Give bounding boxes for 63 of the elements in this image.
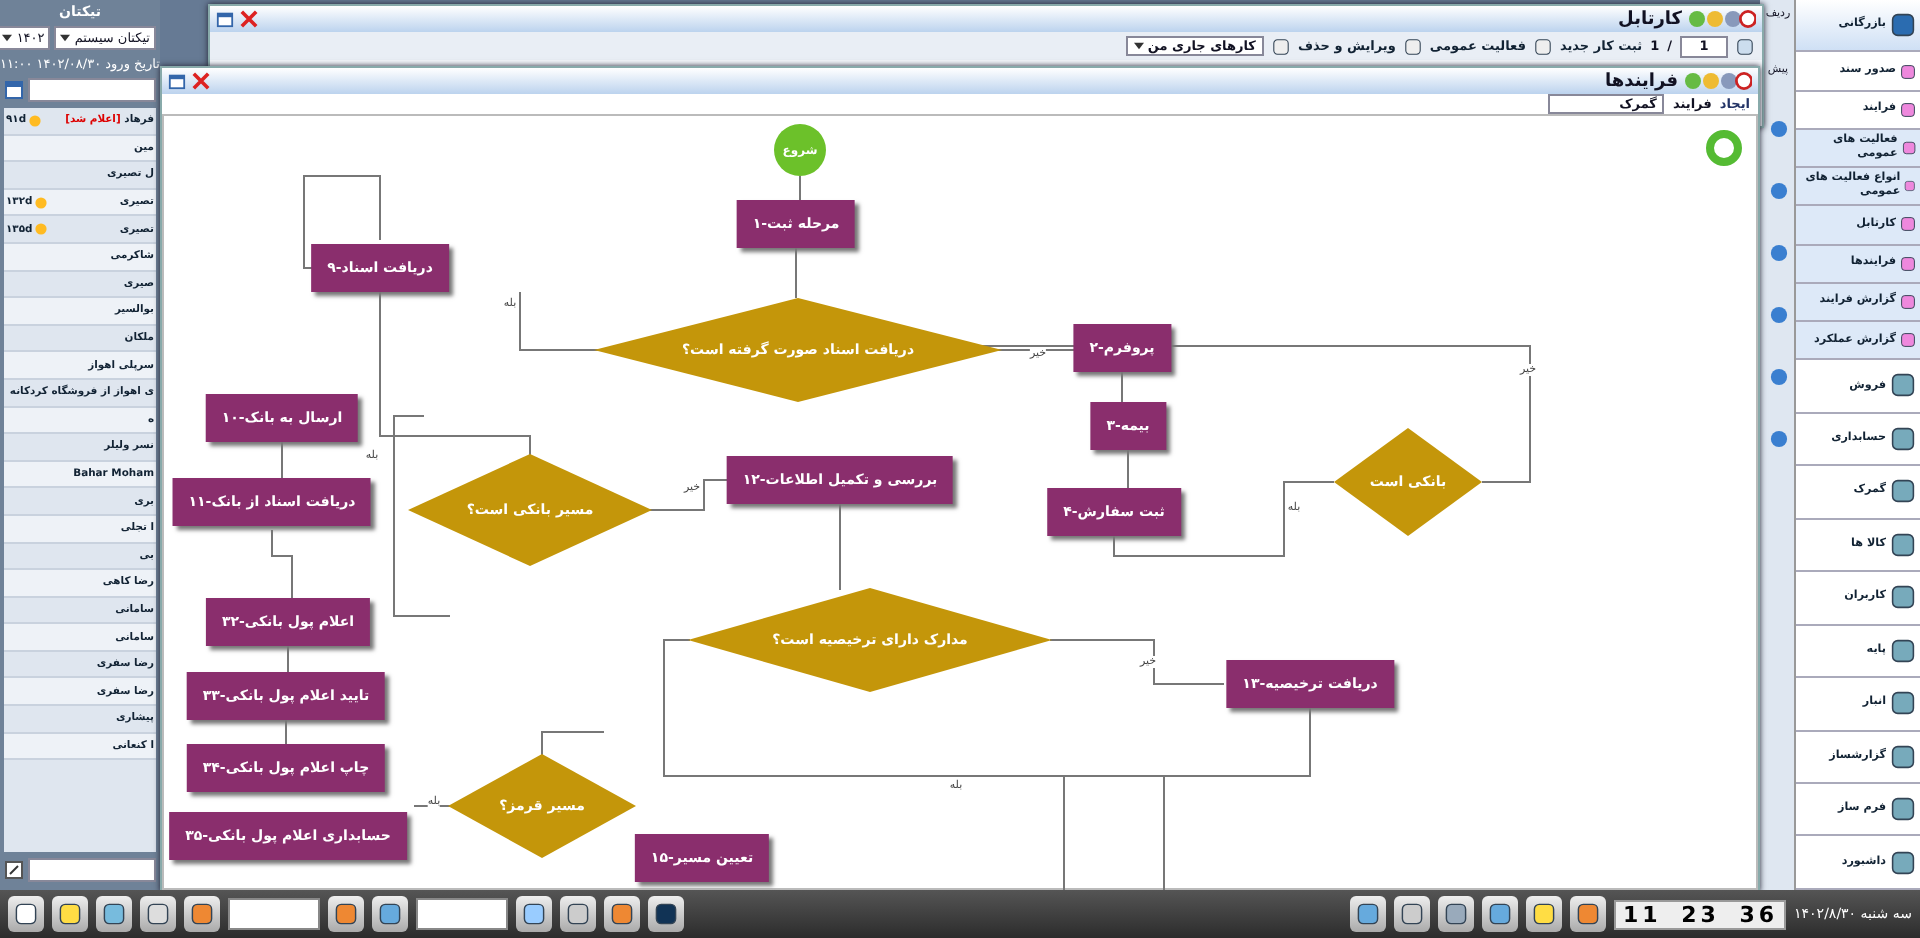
window-icon[interactable] bbox=[216, 10, 234, 28]
module-icon bbox=[1890, 478, 1916, 505]
search-field[interactable] bbox=[28, 78, 156, 102]
module-icon bbox=[1890, 372, 1916, 399]
caret-icon bbox=[2, 34, 13, 42]
app-icon bbox=[566, 902, 590, 926]
app-icon bbox=[146, 902, 170, 926]
module-icon bbox=[1890, 690, 1916, 717]
clock-time: 11 23 36 bbox=[1614, 899, 1787, 929]
app-icon bbox=[190, 902, 214, 926]
module-icon bbox=[1890, 743, 1916, 770]
app-icon bbox=[378, 902, 402, 926]
taskbar-field[interactable] bbox=[228, 898, 320, 930]
app-icon bbox=[14, 902, 38, 926]
module-icon bbox=[1890, 849, 1916, 876]
toolbar-icon bbox=[1533, 37, 1552, 55]
module-icon bbox=[1901, 139, 1916, 156]
module-icon bbox=[1900, 255, 1916, 272]
app-icon bbox=[334, 902, 358, 926]
edit-icon[interactable] bbox=[4, 860, 24, 880]
module-icon bbox=[1904, 178, 1916, 195]
close-icon[interactable] bbox=[240, 10, 258, 28]
window-controls-icon[interactable] bbox=[1684, 72, 1752, 90]
input-field[interactable] bbox=[28, 858, 156, 882]
app-icon bbox=[1488, 902, 1513, 926]
caret-icon bbox=[60, 34, 71, 42]
taskbar-field[interactable] bbox=[416, 898, 508, 930]
module-icon bbox=[1900, 63, 1916, 80]
app-icon bbox=[1356, 902, 1381, 926]
module-icon bbox=[1900, 216, 1916, 233]
app-icon bbox=[1576, 902, 1601, 926]
toolbar-icon bbox=[1271, 37, 1290, 55]
info-icon[interactable] bbox=[1769, 120, 1787, 138]
caret-icon bbox=[1133, 42, 1144, 50]
module-icon bbox=[1890, 584, 1916, 611]
window-icon[interactable] bbox=[168, 72, 186, 90]
info-icon[interactable] bbox=[1769, 306, 1787, 324]
window-controls-icon[interactable] bbox=[1688, 10, 1756, 28]
app-icon bbox=[522, 902, 546, 926]
calendar-icon[interactable] bbox=[4, 80, 24, 100]
app-icon bbox=[1400, 902, 1425, 926]
app-icon bbox=[58, 902, 82, 926]
window-title: کارتابل bbox=[1618, 9, 1682, 29]
window-title: فرایندها bbox=[1605, 71, 1678, 91]
module-icon bbox=[1890, 796, 1916, 823]
info-icon[interactable] bbox=[1769, 182, 1787, 200]
info-icon[interactable] bbox=[1769, 368, 1787, 386]
toolbar-icon bbox=[1403, 37, 1422, 55]
sun-icon bbox=[28, 113, 43, 128]
info-icon[interactable] bbox=[1769, 430, 1787, 448]
module-icon bbox=[1900, 101, 1916, 118]
close-icon[interactable] bbox=[192, 72, 210, 90]
app-icon bbox=[654, 902, 678, 926]
app-icon bbox=[1532, 902, 1557, 926]
app-icon bbox=[1444, 902, 1469, 926]
module-icon bbox=[1900, 332, 1916, 348]
info-icon[interactable] bbox=[1769, 244, 1787, 262]
module-icon bbox=[1890, 425, 1916, 452]
app-icon bbox=[610, 902, 634, 926]
app-icon bbox=[102, 902, 126, 926]
module-icon bbox=[1900, 293, 1916, 310]
module-icon bbox=[1890, 637, 1916, 664]
module-icon bbox=[1890, 531, 1916, 558]
